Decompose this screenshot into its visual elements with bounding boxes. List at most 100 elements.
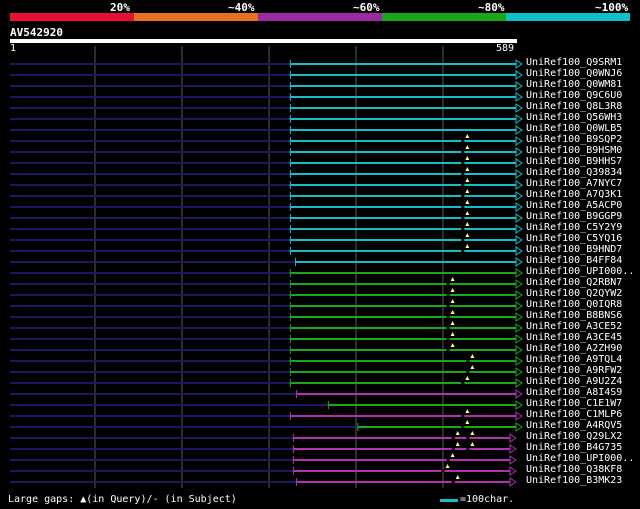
hit-row[interactable] (10, 222, 523, 234)
hit-row[interactable] (10, 420, 523, 432)
hit-label[interactable]: UniRef100_B4G735 (526, 442, 622, 453)
hit-row[interactable] (10, 70, 523, 80)
hit-label[interactable]: UniRef100_Q9C6U0 (526, 90, 622, 101)
hit-row[interactable] (10, 409, 523, 421)
hit-end-arrow (515, 59, 523, 69)
hit-label[interactable]: UniRef100_Q9SRM1 (526, 57, 622, 68)
hit-row[interactable] (10, 134, 523, 146)
query-gap-marker (465, 244, 470, 248)
hit-end-arrow (515, 169, 523, 179)
hit-end-arrow (515, 92, 523, 102)
hit-row[interactable] (10, 268, 523, 278)
hit-row[interactable] (10, 354, 523, 366)
hit-label[interactable]: UniRef100_Q39834 (526, 167, 622, 178)
hit-row[interactable] (10, 81, 523, 91)
hit-label[interactable]: UniRef100_C1MLP6 (526, 409, 622, 420)
hit-label[interactable]: UniRef100_Q8L3R8 (526, 101, 622, 112)
hit-label[interactable]: UniRef100_Q0IQR8 (526, 299, 622, 310)
hit-row[interactable] (10, 464, 517, 476)
hit-label[interactable]: UniRef100_A9U2Z4 (526, 376, 622, 387)
hit-row[interactable] (10, 156, 523, 168)
hit-row[interactable] (10, 389, 523, 399)
hit-row[interactable] (10, 125, 523, 135)
hit-label[interactable]: UniRef100_C5YQ16 (526, 233, 622, 244)
hit-label[interactable]: UniRef100_A8I4S9 (526, 387, 622, 398)
hit-label[interactable]: UniRef100_C1E1W7 (526, 398, 622, 409)
hit-row[interactable] (10, 321, 523, 333)
hit-end-arrow (515, 378, 523, 388)
hit-label[interactable]: UniRef100_Q0WM81 (526, 79, 622, 90)
hit-label[interactable]: UniRef100_Q56WH3 (526, 112, 622, 123)
hit-label[interactable]: UniRef100_B8BNS6 (526, 310, 622, 321)
hit-label[interactable]: UniRef100_Q38KF8 (526, 464, 622, 475)
hit-label[interactable]: UniRef100_A9RFW2 (526, 365, 622, 376)
hit-end-arrow (515, 180, 523, 190)
hit-label[interactable]: UniRef100_Q0WNJ6 (526, 68, 622, 79)
hit-row[interactable] (10, 299, 523, 311)
query-gap-marker (450, 310, 455, 314)
hit-row[interactable] (10, 167, 523, 179)
query-gap-marker (465, 156, 470, 160)
hit-label[interactable]: UniRef100_A5ACP0 (526, 200, 622, 211)
hit-row[interactable] (10, 365, 523, 377)
hit-label[interactable]: UniRef100_B9HSM0 (526, 145, 622, 156)
hit-label[interactable]: UniRef100_B9GGP9 (526, 211, 622, 222)
hit-label[interactable]: UniRef100_B9SQP2 (526, 134, 622, 145)
hit-row[interactable] (10, 332, 523, 344)
hit-end-arrow (515, 213, 523, 223)
hit-row[interactable] (10, 189, 523, 201)
hit-label[interactable]: UniRef100_A4RQV5 (526, 420, 622, 431)
hit-label[interactable]: UniRef100_A7Q3K1 (526, 189, 622, 200)
hit-label[interactable]: UniRef100_B9HHS7 (526, 156, 622, 167)
query-gap-marker (450, 453, 455, 457)
hit-row[interactable] (10, 200, 523, 212)
hit-row[interactable] (10, 92, 523, 102)
hit-row[interactable] (10, 400, 523, 410)
hit-row[interactable] (10, 376, 523, 388)
hit-label[interactable]: UniRef100_UPI000.. (526, 266, 634, 277)
query-gap-marker (470, 365, 475, 369)
hit-label[interactable]: UniRef100_A9TQL4 (526, 354, 622, 365)
hit-end-arrow (515, 158, 523, 168)
query-gap-marker (465, 134, 470, 138)
hit-row[interactable] (10, 343, 523, 355)
hit-row[interactable] (10, 114, 523, 124)
hit-row[interactable] (10, 442, 517, 454)
hit-label[interactable]: UniRef100_Q2QYW2 (526, 288, 622, 299)
hit-label[interactable]: UniRef100_UPI000.. (526, 453, 634, 464)
hit-label[interactable]: UniRef100_C5Y2Y9 (526, 222, 622, 233)
hit-row[interactable] (10, 103, 523, 113)
hit-row[interactable] (10, 453, 517, 465)
hit-label[interactable]: UniRef100_A3CE45 (526, 332, 622, 343)
hit-end-arrow (509, 466, 517, 476)
hit-row[interactable] (10, 178, 523, 190)
hit-end-arrow (515, 411, 523, 421)
hit-label[interactable]: UniRef100_A7NYC7 (526, 178, 622, 189)
hit-row[interactable] (10, 211, 523, 223)
hit-label[interactable]: UniRef100_A2ZH90 (526, 343, 622, 354)
hit-row[interactable] (10, 244, 523, 256)
hit-row[interactable] (10, 475, 517, 487)
query-gap-marker (470, 354, 475, 358)
hit-row[interactable] (10, 277, 523, 289)
hit-row[interactable] (10, 288, 523, 300)
hit-row[interactable] (10, 59, 523, 69)
hit-label[interactable]: UniRef100_B3MK23 (526, 475, 622, 486)
hit-row[interactable] (10, 431, 517, 443)
hit-label[interactable]: UniRef100_B4FF84 (526, 255, 622, 266)
hit-label[interactable]: UniRef100_A3CE52 (526, 321, 622, 332)
hit-label[interactable]: UniRef100_B9HND7 (526, 244, 622, 255)
hit-label[interactable]: UniRef100_Q2RBN7 (526, 277, 622, 288)
hit-row[interactable] (10, 233, 523, 245)
hit-row[interactable] (10, 257, 523, 267)
query-gap-marker (450, 343, 455, 347)
hit-end-arrow (515, 290, 523, 300)
hit-row[interactable] (10, 145, 523, 157)
hit-row[interactable] (10, 310, 523, 322)
hit-label[interactable]: UniRef100_Q0WLB5 (526, 123, 622, 134)
query-gap-marker (450, 299, 455, 303)
hit-label[interactable]: UniRef100_Q29LX2 (526, 431, 622, 442)
hit-end-arrow (515, 125, 523, 135)
query-gap-marker (465, 145, 470, 149)
hit-end-arrow (509, 433, 517, 443)
